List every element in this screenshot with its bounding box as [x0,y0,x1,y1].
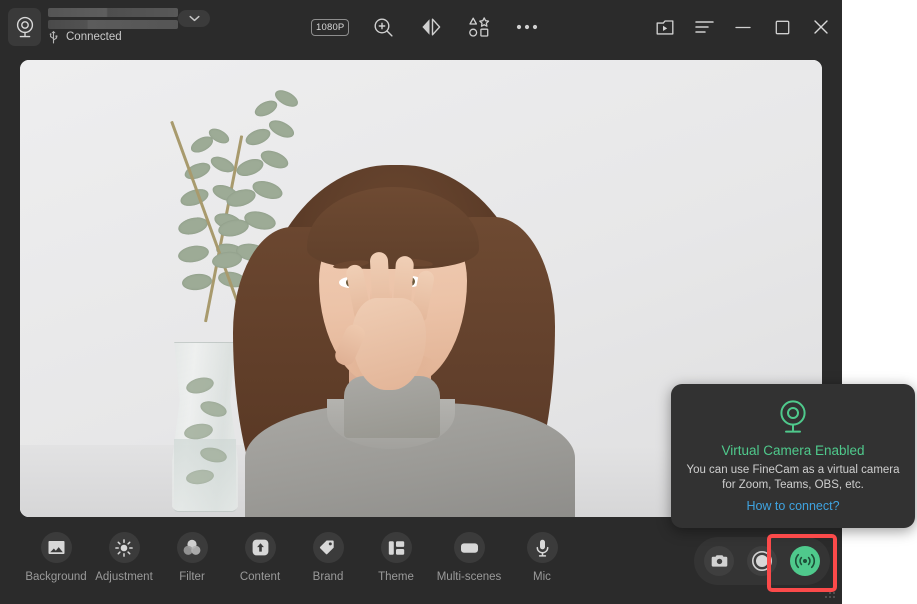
magnifier-plus-icon [374,17,393,37]
feature-brand[interactable]: Brand [294,532,362,583]
feature-label: Mic [533,571,551,583]
feature-label: Content [239,571,281,583]
virtual-camera-notification: Virtual Camera Enabled You can use FineC… [671,384,915,528]
connection-status: Connected [48,30,122,44]
notification-description-line1: You can use FineCam as a virtual camera [686,464,900,476]
tag-icon [312,532,344,563]
feature-theme[interactable]: Theme [362,532,430,583]
how-to-connect-link[interactable]: How to connect? [683,499,903,513]
theme-glyph [388,540,404,555]
image-icon [40,532,72,563]
hamburger-menu-icon [694,21,714,33]
sun-glyph [115,538,133,557]
broadcast-icon [794,553,816,569]
connection-status-label: Connected [66,31,122,43]
more-tool-button[interactable] [513,13,541,41]
feature-label: Brand [312,571,344,583]
minimize-icon [735,26,751,28]
mirror-tool-button[interactable] [417,13,445,41]
notification-title: Virtual Camera Enabled [721,443,865,458]
feature-adjustment[interactable]: Adjustment [90,532,158,583]
center-toolbar: 1080P [311,10,541,44]
shapes-tool-button[interactable] [465,13,493,41]
webcam-outline-icon [683,398,903,435]
device-name-redacted [48,8,178,29]
upload-arrow-icon [244,532,276,563]
image-glyph [48,541,64,554]
feature-label: Theme [378,571,414,583]
layout-blocks-icon [380,532,412,563]
usb-icon [49,30,58,44]
mirror-flip-icon [422,18,441,36]
scenes-icon [453,532,485,563]
virtual-camera-button[interactable] [790,546,820,576]
minimize-button[interactable] [730,14,756,40]
record-button[interactable] [747,546,777,576]
menu-button[interactable] [691,14,717,40]
resize-grip[interactable] [825,588,837,600]
filter-glyph [183,539,201,555]
feature-label: Background [25,571,87,583]
action-buttons-group [694,537,830,585]
webcam-icon[interactable] [8,8,41,46]
close-icon [814,20,828,34]
webcam-glyph [780,400,806,433]
feature-filter[interactable]: Filter [158,532,226,583]
scenes-glyph [460,542,478,553]
resolution-badge[interactable]: 1080P [311,18,350,36]
camera-icon [711,555,727,567]
feature-multi-scenes[interactable]: Multi-scenes [430,532,508,583]
window-controls [652,10,834,44]
tag-glyph [319,540,334,555]
color-circles-icon [176,532,208,563]
upload-glyph [252,539,268,556]
feature-label: Adjustment [95,571,153,583]
notification-description-line2: for Zoom, Teams, OBS, etc. [722,479,864,491]
title-bar: Connected 1080P [0,0,842,54]
chevron-down-icon [188,15,200,22]
ellipsis-icon [517,24,538,30]
maximize-icon [775,20,789,34]
feature-mic[interactable]: Mic [508,532,576,583]
zoom-tool-button[interactable] [369,13,397,41]
close-button[interactable] [808,14,834,40]
mic-glyph [536,539,548,557]
maximize-button[interactable] [769,14,795,40]
feature-label: Multi-scenes [436,571,502,583]
feature-label: Filter [179,571,205,583]
microphone-icon [526,532,558,563]
record-circle-icon [752,551,772,571]
preview-person [215,155,685,517]
brightness-sun-icon [108,532,140,563]
video-folder-icon [656,19,674,35]
preview-waving-hand [332,240,450,438]
media-library-button[interactable] [652,14,678,40]
shapes-icon [469,16,490,37]
feature-content[interactable]: Content [226,532,294,583]
bottom-toolbar: Background Adjustment Filter Content Bra… [0,521,842,604]
feature-buttons: Background Adjustment Filter Content Bra… [22,532,576,583]
snapshot-button[interactable] [704,546,734,576]
feature-background[interactable]: Background [22,532,90,583]
device-dropdown-button[interactable] [178,10,210,27]
